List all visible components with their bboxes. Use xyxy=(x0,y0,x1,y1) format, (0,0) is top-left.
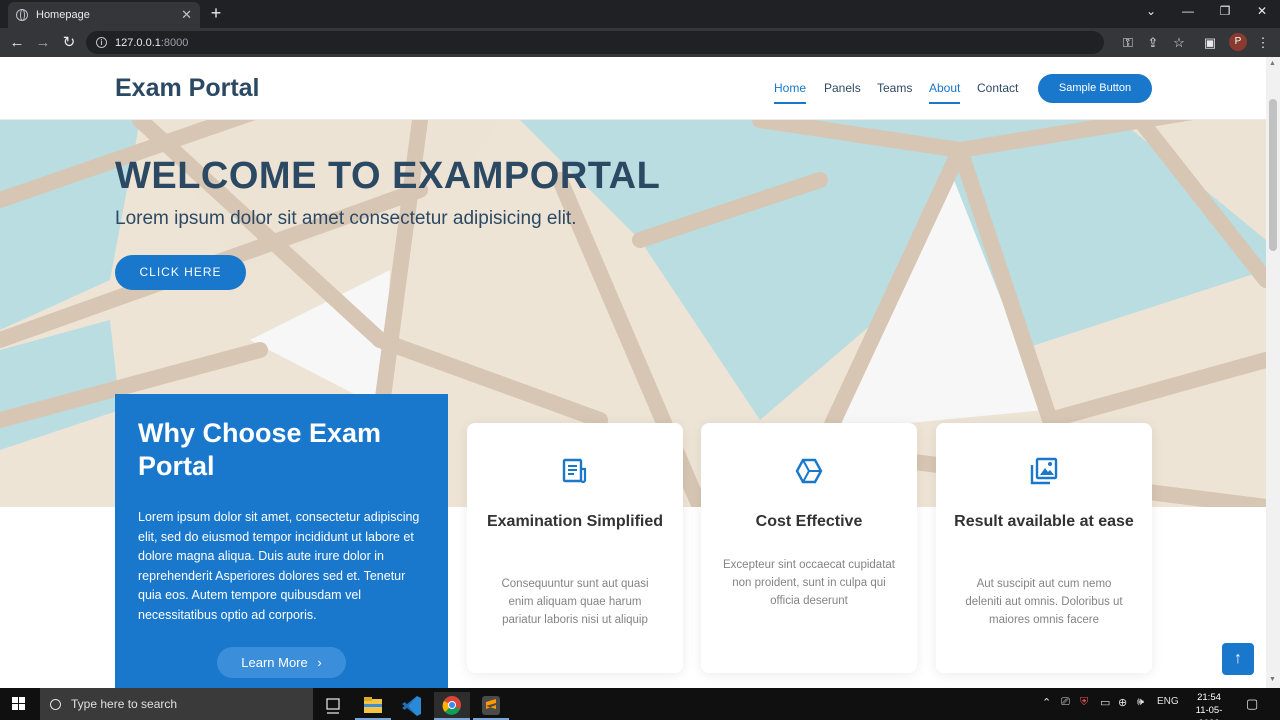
scroll-up-icon[interactable]: ▲ xyxy=(1269,60,1276,67)
learn-more-button[interactable]: Learn More › xyxy=(217,647,346,678)
tab-title: Homepage xyxy=(36,9,90,21)
site-header: Exam Portal Home Panels Teams About Cont… xyxy=(0,57,1266,120)
page-viewport: Exam Portal Home Panels Teams About Cont… xyxy=(0,57,1266,688)
minimize-icon[interactable]: — xyxy=(1178,4,1198,18)
nav-panels[interactable]: Panels xyxy=(824,81,861,102)
feature-desc: Aut suscipit aut cum nemo deleniti aut o… xyxy=(965,578,1123,626)
tray-antivirus-icon[interactable]: ⛨ xyxy=(1080,696,1088,709)
feature-card-result: Result available at ease Aut suscipit au… xyxy=(936,423,1152,673)
new-tab-icon[interactable]: + xyxy=(206,3,226,24)
document-icon xyxy=(562,458,587,484)
taskbar-search-placeholder: Type here to search xyxy=(71,697,178,711)
task-view-icon[interactable] xyxy=(315,692,351,720)
feature-title: Result available at ease xyxy=(954,513,1134,530)
clock-time: 21:54 xyxy=(1197,692,1221,703)
browser-tab-bar: Homepage ✕ + ⌄ — ❐ ✕ xyxy=(0,0,1280,28)
taskbar-search[interactable]: Type here to search xyxy=(40,688,313,720)
volume-icon[interactable]: 🕪 xyxy=(1137,696,1144,709)
share-icon[interactable]: ⇪ xyxy=(1144,34,1162,52)
tray-usb-icon[interactable]: ⎚ xyxy=(1061,696,1070,709)
clock-date: 11-05-2022 xyxy=(1195,705,1223,720)
page-scrollbar[interactable]: ▲ ▼ xyxy=(1266,57,1280,688)
nav-teams[interactable]: Teams xyxy=(877,81,912,102)
sample-button[interactable]: Sample Button xyxy=(1038,74,1152,103)
sublime-text-icon[interactable] xyxy=(473,692,509,720)
reload-icon[interactable]: ↻ xyxy=(59,33,79,53)
vscode-icon[interactable] xyxy=(394,692,430,720)
tab-search-icon[interactable]: ⌄ xyxy=(1141,4,1161,18)
globe-icon xyxy=(16,9,28,21)
browser-tab[interactable]: Homepage ✕ xyxy=(8,2,200,28)
windows-start-icon[interactable] xyxy=(12,697,26,711)
nav-home[interactable]: Home xyxy=(774,81,807,104)
hero-title: WELCOME TO EXAMPORTAL xyxy=(115,155,661,197)
learn-more-label: Learn More xyxy=(241,655,308,670)
back-to-top-button[interactable]: ↑ xyxy=(1222,643,1254,675)
language-indicator[interactable]: ENG xyxy=(1157,696,1179,707)
click-here-button[interactable]: CLICK HERE xyxy=(115,255,246,290)
why-title: Why Choose Exam Portal xyxy=(138,418,382,481)
browser-toolbar: ← → ↻ i 127.0.0.1 :8000 ⚿ ⇪ ☆ ▣ ⋮ xyxy=(0,28,1280,57)
profile-avatar[interactable]: P xyxy=(1229,33,1247,51)
address-bar[interactable]: i 127.0.0.1 :8000 xyxy=(86,31,1104,54)
feature-title: Examination Simplified xyxy=(486,513,664,530)
why-text: Lorem ipsum dolor sit amet, consectetur … xyxy=(138,510,420,622)
network-globe-icon[interactable]: ⊕ xyxy=(1118,696,1127,709)
feature-card-cost: Cost Effective Excepteur sint occaecat c… xyxy=(701,423,917,673)
why-choose-box: Why Choose Exam Portal Lorem ipsum dolor… xyxy=(115,394,448,688)
tray-chevron-up-icon[interactable]: ⌃ xyxy=(1042,696,1051,709)
nav-about[interactable]: About xyxy=(929,81,961,104)
forward-icon[interactable]: → xyxy=(33,33,53,53)
chevron-right-icon: › xyxy=(317,655,322,670)
key-icon[interactable]: ⚿ xyxy=(1119,34,1137,52)
url-port: :8000 xyxy=(160,36,189,49)
tab-close-icon[interactable]: ✕ xyxy=(181,7,192,23)
file-explorer-icon[interactable] xyxy=(355,692,391,720)
menu-dots-icon[interactable]: ⋮ xyxy=(1254,34,1272,52)
url-host: 127.0.0.1 xyxy=(115,36,161,49)
feature-desc: Excepteur sint occaecat cupidatat non pr… xyxy=(723,559,895,607)
back-icon[interactable]: ← xyxy=(7,33,27,53)
feature-desc: Consequuntur sunt aut quasi enim aliquam… xyxy=(501,578,649,626)
feature-card-examination: Examination Simplified Consequuntur sunt… xyxy=(467,423,683,673)
scroll-down-icon[interactable]: ▼ xyxy=(1269,676,1276,683)
site-logo[interactable]: Exam Portal xyxy=(115,74,260,103)
bookmark-star-icon[interactable]: ☆ xyxy=(1170,34,1188,52)
cube-icon xyxy=(795,458,823,484)
images-icon xyxy=(1030,457,1058,485)
battery-icon[interactable]: ▭ xyxy=(1100,696,1110,709)
close-window-icon[interactable]: ✕ xyxy=(1252,4,1272,18)
restore-icon[interactable]: ❐ xyxy=(1215,4,1235,18)
side-panel-icon[interactable]: ▣ xyxy=(1201,34,1219,52)
windows-taskbar: Type here to search ⌃ ⎚ ⛨ ▭ ⊕ 🕪 ENG 21:5… xyxy=(0,688,1280,720)
chrome-icon[interactable] xyxy=(434,692,470,720)
scroll-thumb[interactable] xyxy=(1269,99,1277,251)
hero-subtitle: Lorem ipsum dolor sit amet consectetur a… xyxy=(115,208,577,229)
feature-title: Cost Effective xyxy=(755,513,863,530)
taskbar-clock[interactable]: 21:54 11-05-2022 xyxy=(1186,691,1232,720)
arrow-up-icon: ↑ xyxy=(1234,650,1242,667)
notification-icon[interactable]: ▢ xyxy=(1246,696,1258,712)
nav-contact[interactable]: Contact xyxy=(977,81,1018,102)
info-icon[interactable]: i xyxy=(96,37,107,48)
search-icon xyxy=(50,698,61,710)
